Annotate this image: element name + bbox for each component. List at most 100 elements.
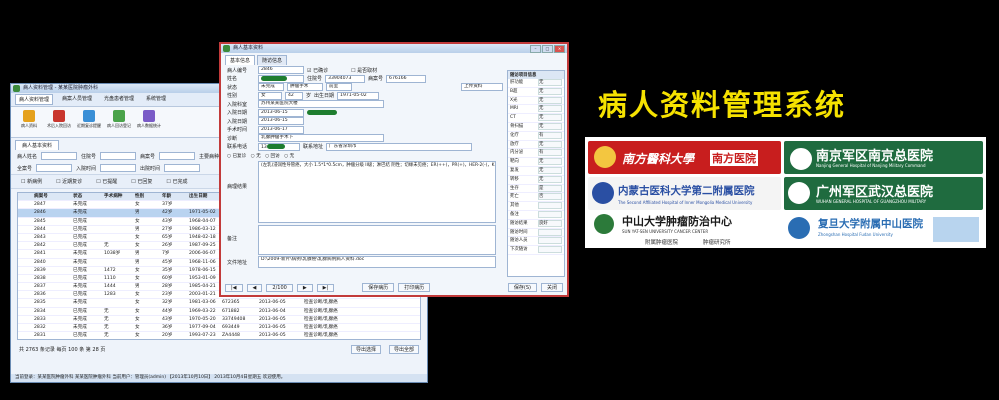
diagnosis-field[interactable]: 乳腺肿瘤手术下 [258, 134, 384, 143]
filter-done-checkbox[interactable]: ☐ 已完成 [166, 178, 187, 185]
followup-item[interactable]: 随访结果 良好 [508, 219, 564, 229]
followup-item-value[interactable]: 否 [538, 193, 562, 201]
case-search-input[interactable] [159, 152, 196, 160]
menu-staff-mgmt[interactable]: 病案人员管理 [59, 94, 95, 105]
followup-item[interactable]: 转移 无 [508, 175, 564, 185]
print-record-button[interactable]: 打印病历 [398, 283, 431, 292]
followup-item-value[interactable]: 无 [538, 158, 562, 166]
upload-button[interactable]: 上传资料 [461, 83, 503, 92]
phone-field[interactable]: 13 [258, 142, 300, 151]
dialog-close-button[interactable]: × [554, 45, 565, 53]
ribbon-reminder-button[interactable]: 近期复诊提醒 [77, 109, 101, 135]
admit-date-field[interactable]: 2013-06-15 [258, 108, 304, 117]
ribbon-patient-button[interactable]: 病人资料 [17, 109, 41, 135]
followup-item[interactable]: B超 无 [508, 87, 564, 97]
followup-item[interactable]: CT 无 [508, 114, 564, 123]
followup-item-value[interactable]: 无 [538, 114, 562, 122]
followup-item[interactable]: 肝功能 无 [508, 79, 564, 88]
prev-page-button[interactable]: ◀ [246, 283, 263, 292]
remarks-textarea[interactable] [258, 225, 496, 255]
followup-item-value[interactable]: 无 [538, 105, 562, 113]
table-row[interactable]: 2834 已完成 无 女 44岁 1969-03-22 671882 2013-06-04 检查… [18, 308, 420, 316]
table-row[interactable]: 2835 未完成 女 32岁 1981-03-06 672365 2013-06-05 检查诊… [18, 299, 420, 308]
table-row[interactable]: 2832 未完成 无 女 36岁 1977-09-04 693449 2013-06-05 检查… [18, 324, 420, 333]
followup-item[interactable]: 其他 [508, 202, 564, 211]
confirmed-checkbox[interactable]: ☑ 已确诊 [307, 67, 328, 74]
save-button[interactable]: 保存(S) [507, 283, 537, 292]
close-dialog-button[interactable]: 关闭 [540, 283, 563, 292]
patient-no-field[interactable]: 2846 [258, 66, 304, 75]
admission-search-input[interactable] [100, 152, 137, 160]
followup-item[interactable]: 备注 [508, 210, 564, 220]
followup-item[interactable]: 下次随访 [508, 246, 564, 255]
followup-item-value[interactable]: 有 [538, 149, 562, 157]
followup-item-value[interactable] [538, 237, 562, 245]
case-no-field[interactable]: 676166 [386, 74, 427, 83]
ribbon-followup-button[interactable]: 病人回访登记 [107, 109, 131, 135]
discharge-date-input[interactable] [164, 164, 201, 172]
tab-basic-info[interactable]: 基本信息 [225, 55, 256, 65]
table-row[interactable]: 2833 未完成 无 女 43岁 1970-05-20 33749408 2013-06-05… [18, 316, 420, 324]
followup-item[interactable]: 随访时间 [508, 228, 564, 238]
birth-date-field[interactable]: 1971-05-02 [337, 91, 380, 100]
tab-patient-info[interactable]: 病人基本资料 [15, 140, 60, 150]
followup-item-value[interactable] [538, 210, 562, 218]
menu-disc-mgmt[interactable]: 光盘患者管理 [101, 94, 137, 105]
ribbon-postop-button[interactable]: 术后入院回访 [47, 109, 71, 135]
followup-item-value[interactable]: 无 [538, 175, 562, 183]
followup-item-value[interactable]: 无 [538, 96, 562, 104]
followup-item-value[interactable]: 有 [538, 131, 562, 139]
staff-field[interactable]: 前室 [326, 83, 352, 92]
admission-no-field[interactable]: 33904073 [325, 74, 366, 83]
followup-item-value[interactable]: 良好 [538, 219, 562, 227]
followup-item[interactable]: MRI 无 [508, 105, 564, 115]
admit-date-input[interactable] [100, 164, 137, 172]
file-path-field[interactable]: D:\2009-新片\病例\乳腺癌\乳腺病例病人资料.doc [258, 256, 496, 268]
filter-new-checkbox[interactable]: ☐ 新病例 [21, 178, 42, 185]
followup-item[interactable]: 复发 无 [508, 166, 564, 176]
first-page-button[interactable]: |◀ [225, 283, 243, 292]
dialog-maximize-button[interactable]: □ [542, 45, 553, 53]
gender-select[interactable]: 女 [258, 91, 282, 100]
filter-reminded-checkbox[interactable]: ☐ 已提醒 [96, 178, 117, 185]
followup-item-value[interactable]: 无 [538, 87, 562, 95]
export-all-button[interactable]: 导出全部 [388, 345, 419, 354]
name-field[interactable] [258, 74, 304, 83]
followup-item[interactable]: 骨扫描 无 [508, 122, 564, 132]
tab-followup-info[interactable]: 随访信息 [257, 55, 288, 65]
next-page-button[interactable]: ▶ [296, 283, 313, 292]
pathology-textarea[interactable]: (左乳)浸润性导管癌，大小 1.5*1*0.5cm，肿瘤分级 II级；淋巴结 阴… [258, 161, 496, 223]
followup-item-value[interactable] [538, 246, 562, 254]
followup-item-value[interactable]: 无 [538, 166, 562, 174]
followup-item[interactable]: 随访人员 [508, 237, 564, 247]
export-selected-button[interactable]: 导出选择 [350, 345, 381, 354]
followup-item[interactable]: 生存 是 [508, 184, 564, 194]
followup-item[interactable]: 内分泌 有 [508, 149, 564, 159]
followup-item[interactable]: 靶向 无 [508, 158, 564, 167]
followup-item[interactable]: 死亡 否 [508, 193, 564, 203]
full-case-search-input[interactable] [36, 164, 73, 172]
table-row[interactable]: 2831 已完成 无 女 20岁 1993-07-23 ZA4448 2013-06-05 检查… [18, 332, 420, 339]
followup-item-value[interactable]: 是 [538, 184, 562, 192]
status-select[interactable]: 未完成 [258, 83, 284, 92]
filter-recent-checkbox[interactable]: ☐ 近期复诊 [56, 178, 82, 185]
dialog-minimize-button[interactable]: – [530, 45, 541, 53]
department-field[interactable]: 苏州某某医院大楼 [258, 100, 384, 109]
followup-item-value[interactable]: 无 [538, 122, 562, 130]
address-field[interactable]: 广东省深圳市 [326, 142, 473, 151]
followup-item[interactable]: X光 无 [508, 96, 564, 106]
sampling-checkbox[interactable]: ☐ 是否取材 [351, 67, 377, 74]
followup-item-value[interactable] [538, 202, 562, 210]
surgery-date-field[interactable]: 2013-06-17 [258, 125, 304, 134]
followup-item[interactable]: 放疗 无 [508, 140, 564, 150]
followup-item-value[interactable]: 无 [538, 79, 562, 86]
admit-date-field-2[interactable]: 2013-06-15 [258, 117, 304, 126]
ribbon-stats-button[interactable]: 病人数据统计 [137, 109, 161, 135]
name-search-input[interactable] [41, 152, 78, 160]
menu-system[interactable]: 系统管理 [143, 94, 169, 105]
surgery-type-select[interactable]: 肿瘤手术 [287, 83, 323, 92]
filter-replied-checkbox[interactable]: ☐ 已回复 [131, 178, 152, 185]
menu-patient-mgmt[interactable]: 病人资料管理 [15, 94, 54, 105]
age-field[interactable]: 42 [285, 91, 303, 100]
followup-item-value[interactable]: 无 [538, 140, 562, 148]
